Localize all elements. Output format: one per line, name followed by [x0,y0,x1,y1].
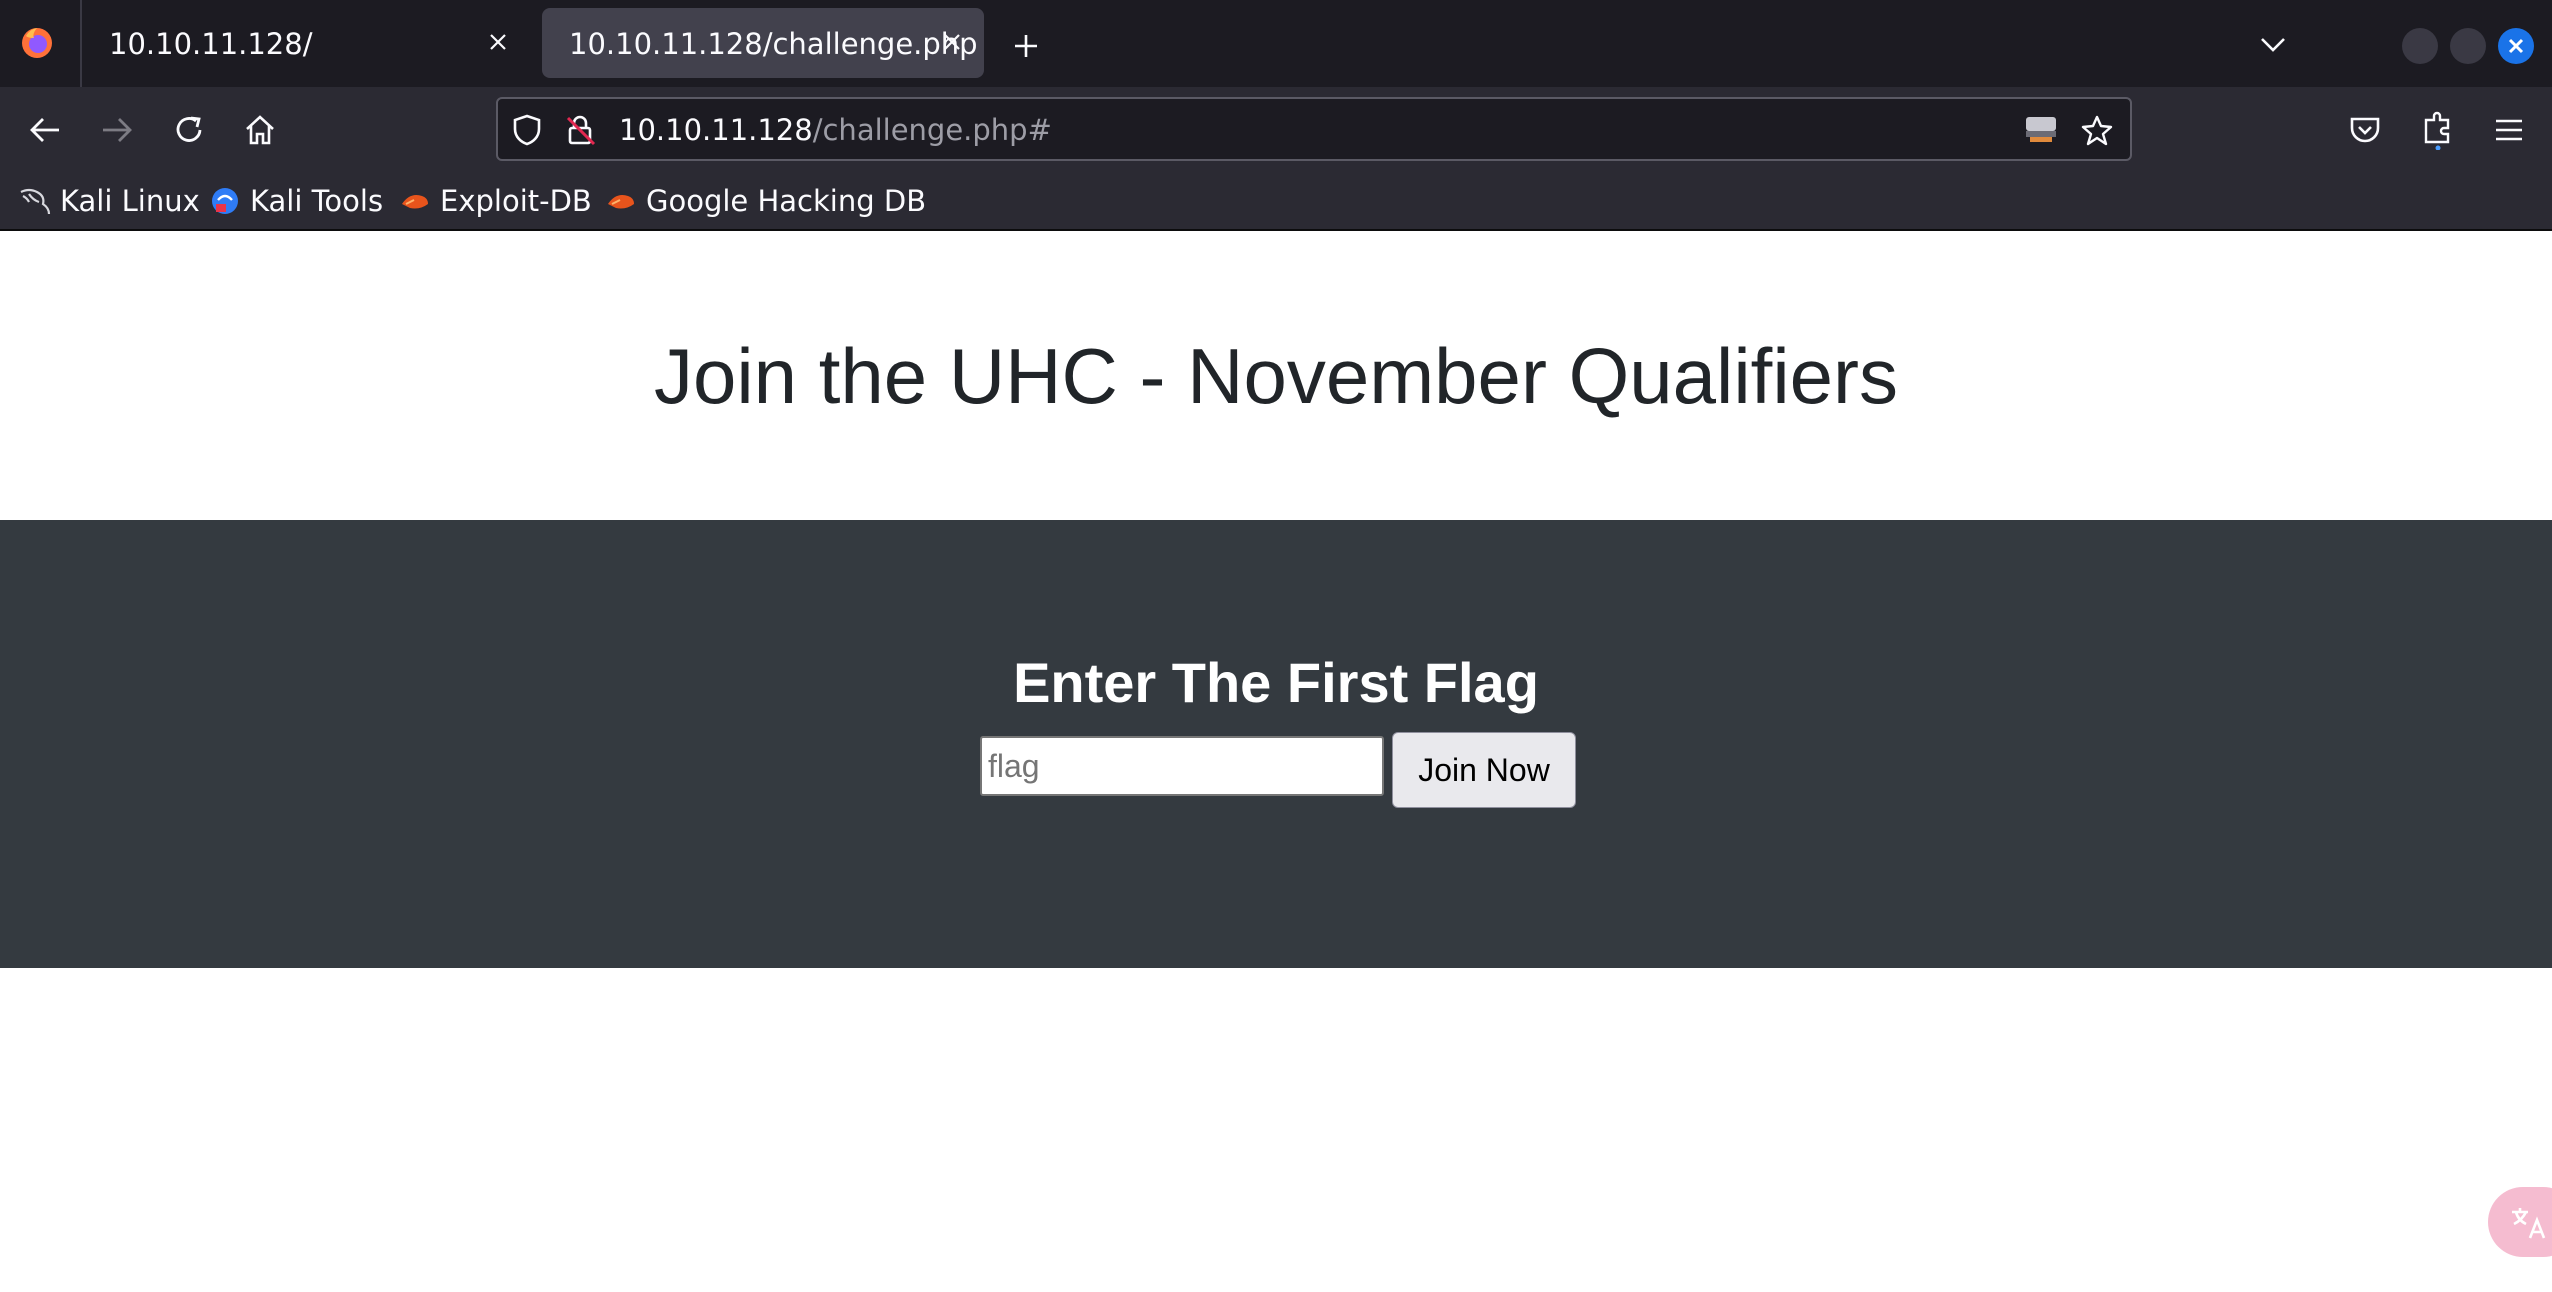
forward-arrow-icon[interactable] [94,107,140,153]
maximize-window-button[interactable] [2450,28,2486,64]
bookmark-label: Exploit-DB [440,184,592,218]
url-path: /challenge.php# [812,113,1052,147]
bookmark-star-icon[interactable] [2078,111,2116,149]
close-tab-icon[interactable] [480,24,516,60]
bookmark-google-hacking-db[interactable]: Google Hacking DB [604,181,926,221]
chevron-down-icon[interactable] [2250,22,2296,68]
bookmark-label: Kali Linux [60,184,200,218]
insecure-lock-icon[interactable] [562,111,600,149]
bookmark-kali-linux[interactable]: Kali Linux [18,181,200,221]
join-now-button[interactable]: Join Now [1392,732,1576,808]
translate-icon[interactable] [2488,1187,2552,1257]
home-icon[interactable] [237,107,283,153]
tab-challenge[interactable]: 10.10.11.128/challenge.php [542,8,984,78]
new-tab-plus-icon[interactable] [1004,24,1048,68]
bookmark-kali-tools[interactable]: Kali Tools [208,181,383,221]
bookmark-label: Kali Tools [250,184,384,218]
tab-title: 10.10.11.128/challenge.php [569,27,978,61]
flag-form-section: Enter The First Flag Join Now [0,520,2552,968]
bookmark-label: Google Hacking DB [646,184,927,218]
firefox-logo-icon[interactable] [8,20,66,66]
shield-icon[interactable] [508,111,546,149]
bookmarks-toolbar: Kali Linux Kali Tools Exploit-DB Google … [0,173,2552,231]
kali-tools-icon [208,184,242,218]
tab-home[interactable]: 10.10.11.128/ [82,8,530,78]
address-bar[interactable]: 10.10.11.128/challenge.php# [496,97,2132,161]
tab-title: 10.10.11.128/ [109,27,313,61]
minimize-window-button[interactable] [2402,28,2438,64]
exploit-db-icon [398,184,432,218]
close-window-button[interactable] [2498,28,2534,64]
page-title: Join the UHC - November Qualifiers [653,332,1899,420]
pocket-icon[interactable] [2342,107,2388,153]
navigation-toolbar: 10.10.11.128/challenge.php# [0,87,2552,173]
flag-input[interactable] [980,736,1384,796]
page-content: Join the UHC - November Qualifiers Enter… [0,231,2552,1292]
reload-icon[interactable] [166,107,212,153]
back-arrow-icon[interactable] [22,107,68,153]
tab-strip: 10.10.11.128/ 10.10.11.128/challenge.php [0,0,2552,87]
reader-view-icon[interactable] [2022,111,2060,149]
extensions-puzzle-icon[interactable] [2415,107,2461,153]
form-heading: Enter The First Flag [1013,651,1539,714]
close-tab-icon[interactable] [934,24,970,60]
url-host: 10.10.11.128 [619,113,813,147]
kali-dragon-icon [18,184,52,218]
hamburger-menu-icon[interactable] [2486,107,2532,153]
ghdb-icon [604,184,638,218]
bookmark-exploit-db[interactable]: Exploit-DB [398,181,592,221]
url-text[interactable]: 10.10.11.128/challenge.php# [619,113,1052,147]
